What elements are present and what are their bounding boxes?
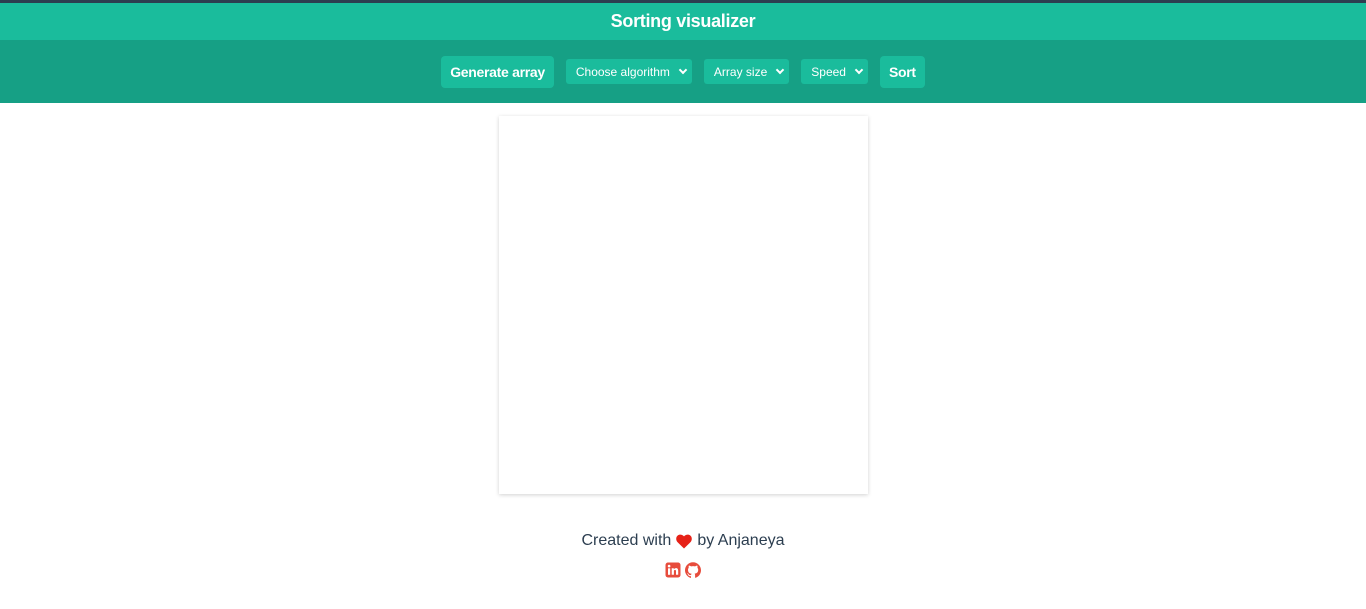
- array-size-select-value: Array size: [713, 64, 768, 79]
- credit-prefix: Created with: [581, 532, 672, 549]
- chevron-down-icon: [678, 65, 688, 74]
- visualization-area: [499, 116, 868, 494]
- speed-select[interactable]: Speed: [801, 59, 868, 84]
- github-icon[interactable]: [685, 562, 701, 578]
- heart-icon: [676, 534, 693, 549]
- toolbar: Generate array Choose algorithm Array si…: [0, 40, 1366, 103]
- sort-button[interactable]: Sort: [879, 55, 925, 88]
- generate-array-button[interactable]: Generate array: [441, 55, 554, 88]
- chevron-down-icon: [854, 65, 864, 74]
- title-bar: Sorting visualizer: [0, 3, 1366, 40]
- algorithm-select-value: Choose algorithm: [575, 64, 670, 79]
- speed-select-value: Speed: [811, 64, 846, 79]
- algorithm-select[interactable]: Choose algorithm: [565, 59, 692, 84]
- chevron-down-icon: [776, 65, 785, 74]
- linkedin-icon[interactable]: [665, 562, 681, 578]
- credit-line: Created with by Anjaneya: [0, 532, 1366, 550]
- credit-suffix: by Anjaneya: [697, 532, 785, 549]
- social-links: [0, 562, 1366, 578]
- footer: Created with by Anjaneya: [0, 532, 1366, 578]
- page-title: Sorting visualizer: [610, 11, 756, 31]
- array-size-select[interactable]: Array size: [703, 59, 790, 84]
